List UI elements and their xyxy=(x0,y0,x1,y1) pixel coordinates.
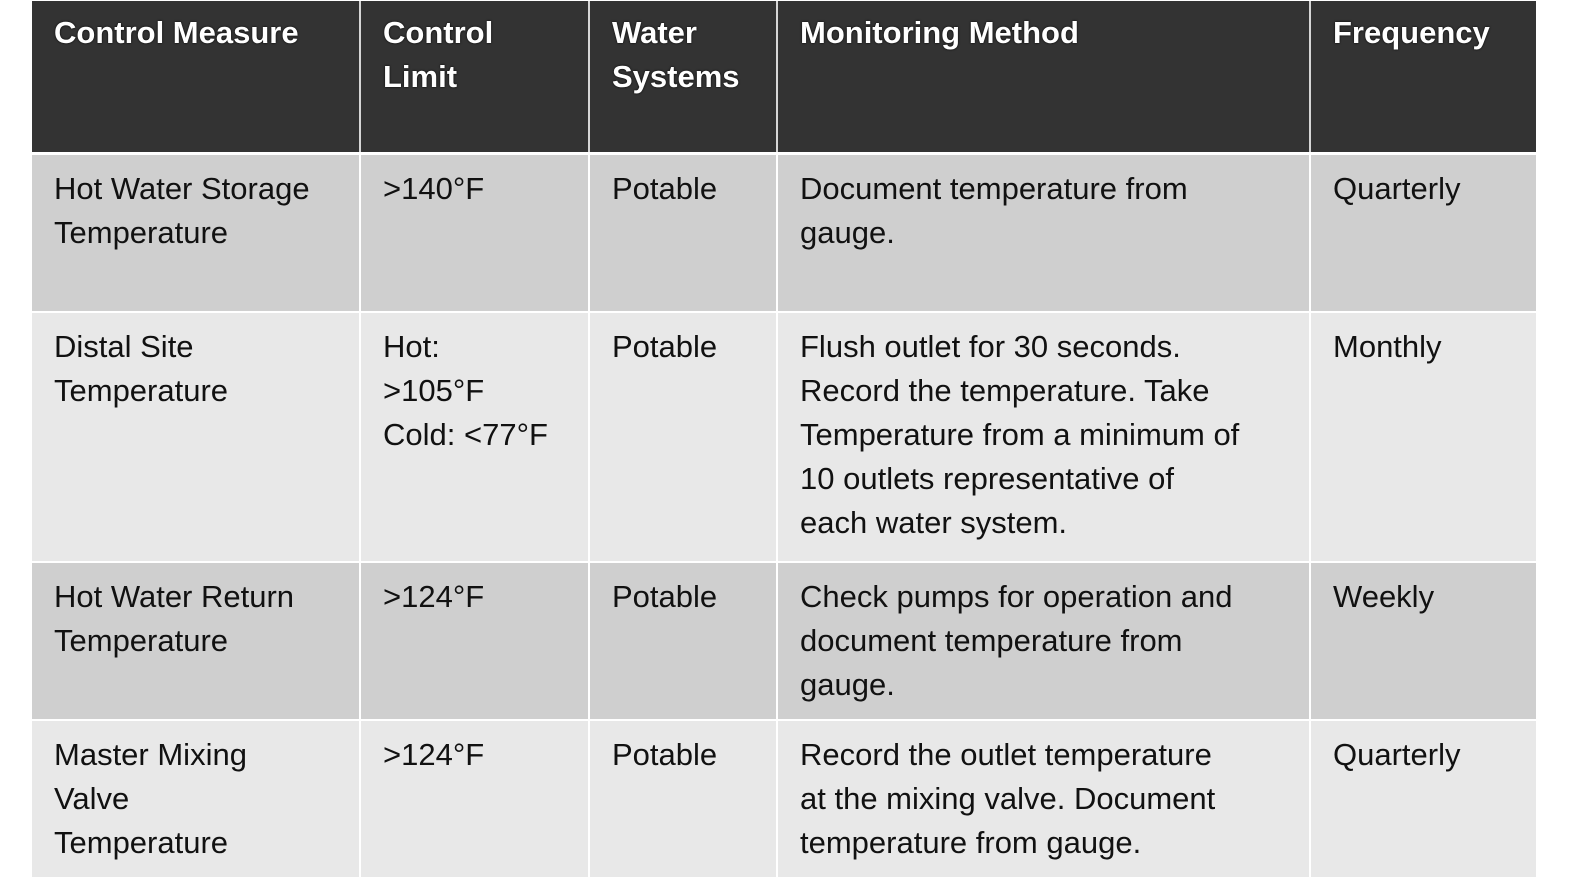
cell-control-measure: Hot Water Storage Temperature xyxy=(32,153,361,313)
cell-line: each water system. xyxy=(800,505,1068,540)
cell-control-limit: >140°F xyxy=(360,153,590,313)
cell-line: Temperature xyxy=(54,373,229,408)
cell-line: Flush outlet for 30 seconds. xyxy=(800,329,1181,364)
cell-line: document temperature from xyxy=(800,623,1183,658)
cell-line: Quarterly xyxy=(1333,171,1461,206)
cell-monitoring-method: Flush outlet for 30 seconds. Record the t… xyxy=(777,312,1311,563)
cell-frequency: Weekly xyxy=(1310,562,1536,721)
cell-line: gauge. xyxy=(800,215,895,250)
cell-water-systems: Potable xyxy=(589,720,778,879)
cell-control-measure: Hot Water Return Temperature xyxy=(32,562,361,721)
header-control-measure: Control Measure xyxy=(32,1,361,155)
header-water-systems: Water Systems xyxy=(589,1,778,155)
cell-line: temperature from gauge. xyxy=(800,825,1142,860)
cell-control-measure: Distal Site Temperature xyxy=(32,312,361,563)
header-line: Monitoring Method xyxy=(800,15,1079,50)
header-line: Control Measure xyxy=(54,15,299,50)
cell-line: Temperature from a minimum of xyxy=(800,417,1240,452)
cell-water-systems: Potable xyxy=(589,312,778,563)
cell-line: Record the temperature. Take xyxy=(800,373,1210,408)
cell-control-limit: >124°F xyxy=(360,562,590,721)
cell-line: Record the outlet temperature xyxy=(800,737,1212,772)
cell-frequency: Monthly xyxy=(1310,312,1536,563)
header-control-limit: Control Limit xyxy=(360,1,590,155)
cell-line: >105°F xyxy=(383,373,485,408)
table-row: Master Mixing Valve Temperature >124°F Potab… xyxy=(32,720,1536,879)
cell-monitoring-method: Record the outlet temperature at the mixi… xyxy=(777,720,1311,879)
header-line: Limit xyxy=(383,59,458,94)
header-line: Systems xyxy=(612,59,740,94)
cell-line: Potable xyxy=(612,329,718,364)
cell-line: Hot Water Return xyxy=(54,579,295,614)
cell-control-limit: Hot: >105°F Cold: <77°F xyxy=(360,312,590,563)
cell-water-systems: Potable xyxy=(589,153,778,313)
table-row: Hot Water Return Temperature >124°F Potable… xyxy=(32,562,1536,721)
table-header: Control Measure Control Limit Water Syst… xyxy=(32,1,1536,155)
cell-control-limit: >124°F xyxy=(360,720,590,879)
control-measures-table: Control Measure Control Limit Water Syst… xyxy=(32,1,1536,879)
cell-line: Hot Water Storage xyxy=(54,171,310,206)
cell-line: gauge. xyxy=(800,667,895,702)
cell-line: Valve xyxy=(54,781,130,816)
cell-line: >124°F xyxy=(383,579,485,614)
cell-monitoring-method: Check pumps for operation and document te… xyxy=(777,562,1311,721)
cell-control-measure: Master Mixing Valve Temperature xyxy=(32,720,361,879)
table-body: Hot Water Storage Temperature >140°F Potabl… xyxy=(32,153,1536,879)
table-row: Hot Water Storage Temperature >140°F Potabl… xyxy=(32,153,1536,313)
cell-line: Potable xyxy=(612,171,718,206)
cell-line: >124°F xyxy=(383,737,485,772)
cell-line: Monthly xyxy=(1333,329,1442,364)
cell-line: Temperature xyxy=(54,215,229,250)
cell-line: Quarterly xyxy=(1333,737,1461,772)
cell-frequency: Quarterly xyxy=(1310,720,1536,879)
cell-line: Check pumps for operation and xyxy=(800,579,1233,614)
cell-line: Master Mixing xyxy=(54,737,247,772)
cell-line: Distal Site xyxy=(54,329,194,364)
cell-line: Document temperature from xyxy=(800,171,1188,206)
header-line: Water xyxy=(612,15,697,50)
cell-water-systems: Potable xyxy=(589,562,778,721)
cell-line: at the mixing valve. Document xyxy=(800,781,1216,816)
cell-line: Cold: <77°F xyxy=(383,417,548,452)
cell-line: Weekly xyxy=(1333,579,1435,614)
cell-frequency: Quarterly xyxy=(1310,153,1536,313)
cell-line: Temperature xyxy=(54,825,229,860)
cell-line: Temperature xyxy=(54,623,229,658)
cell-line: Potable xyxy=(612,737,718,772)
header-row: Control Measure Control Limit Water Syst… xyxy=(32,1,1536,155)
cell-line: >140°F xyxy=(383,171,485,206)
cell-line: Potable xyxy=(612,579,718,614)
cell-line: Hot: xyxy=(383,329,440,364)
cell-line: 10 outlets representative of xyxy=(800,461,1174,496)
header-line: Control xyxy=(383,15,494,50)
header-frequency: Frequency xyxy=(1310,1,1536,155)
cell-monitoring-method: Document temperature from gauge. xyxy=(777,153,1311,313)
header-line: Frequency xyxy=(1333,15,1490,50)
header-monitoring-method: Monitoring Method xyxy=(777,1,1311,155)
table-row: Distal Site Temperature Hot: >105°F Cold: <7… xyxy=(32,312,1536,563)
